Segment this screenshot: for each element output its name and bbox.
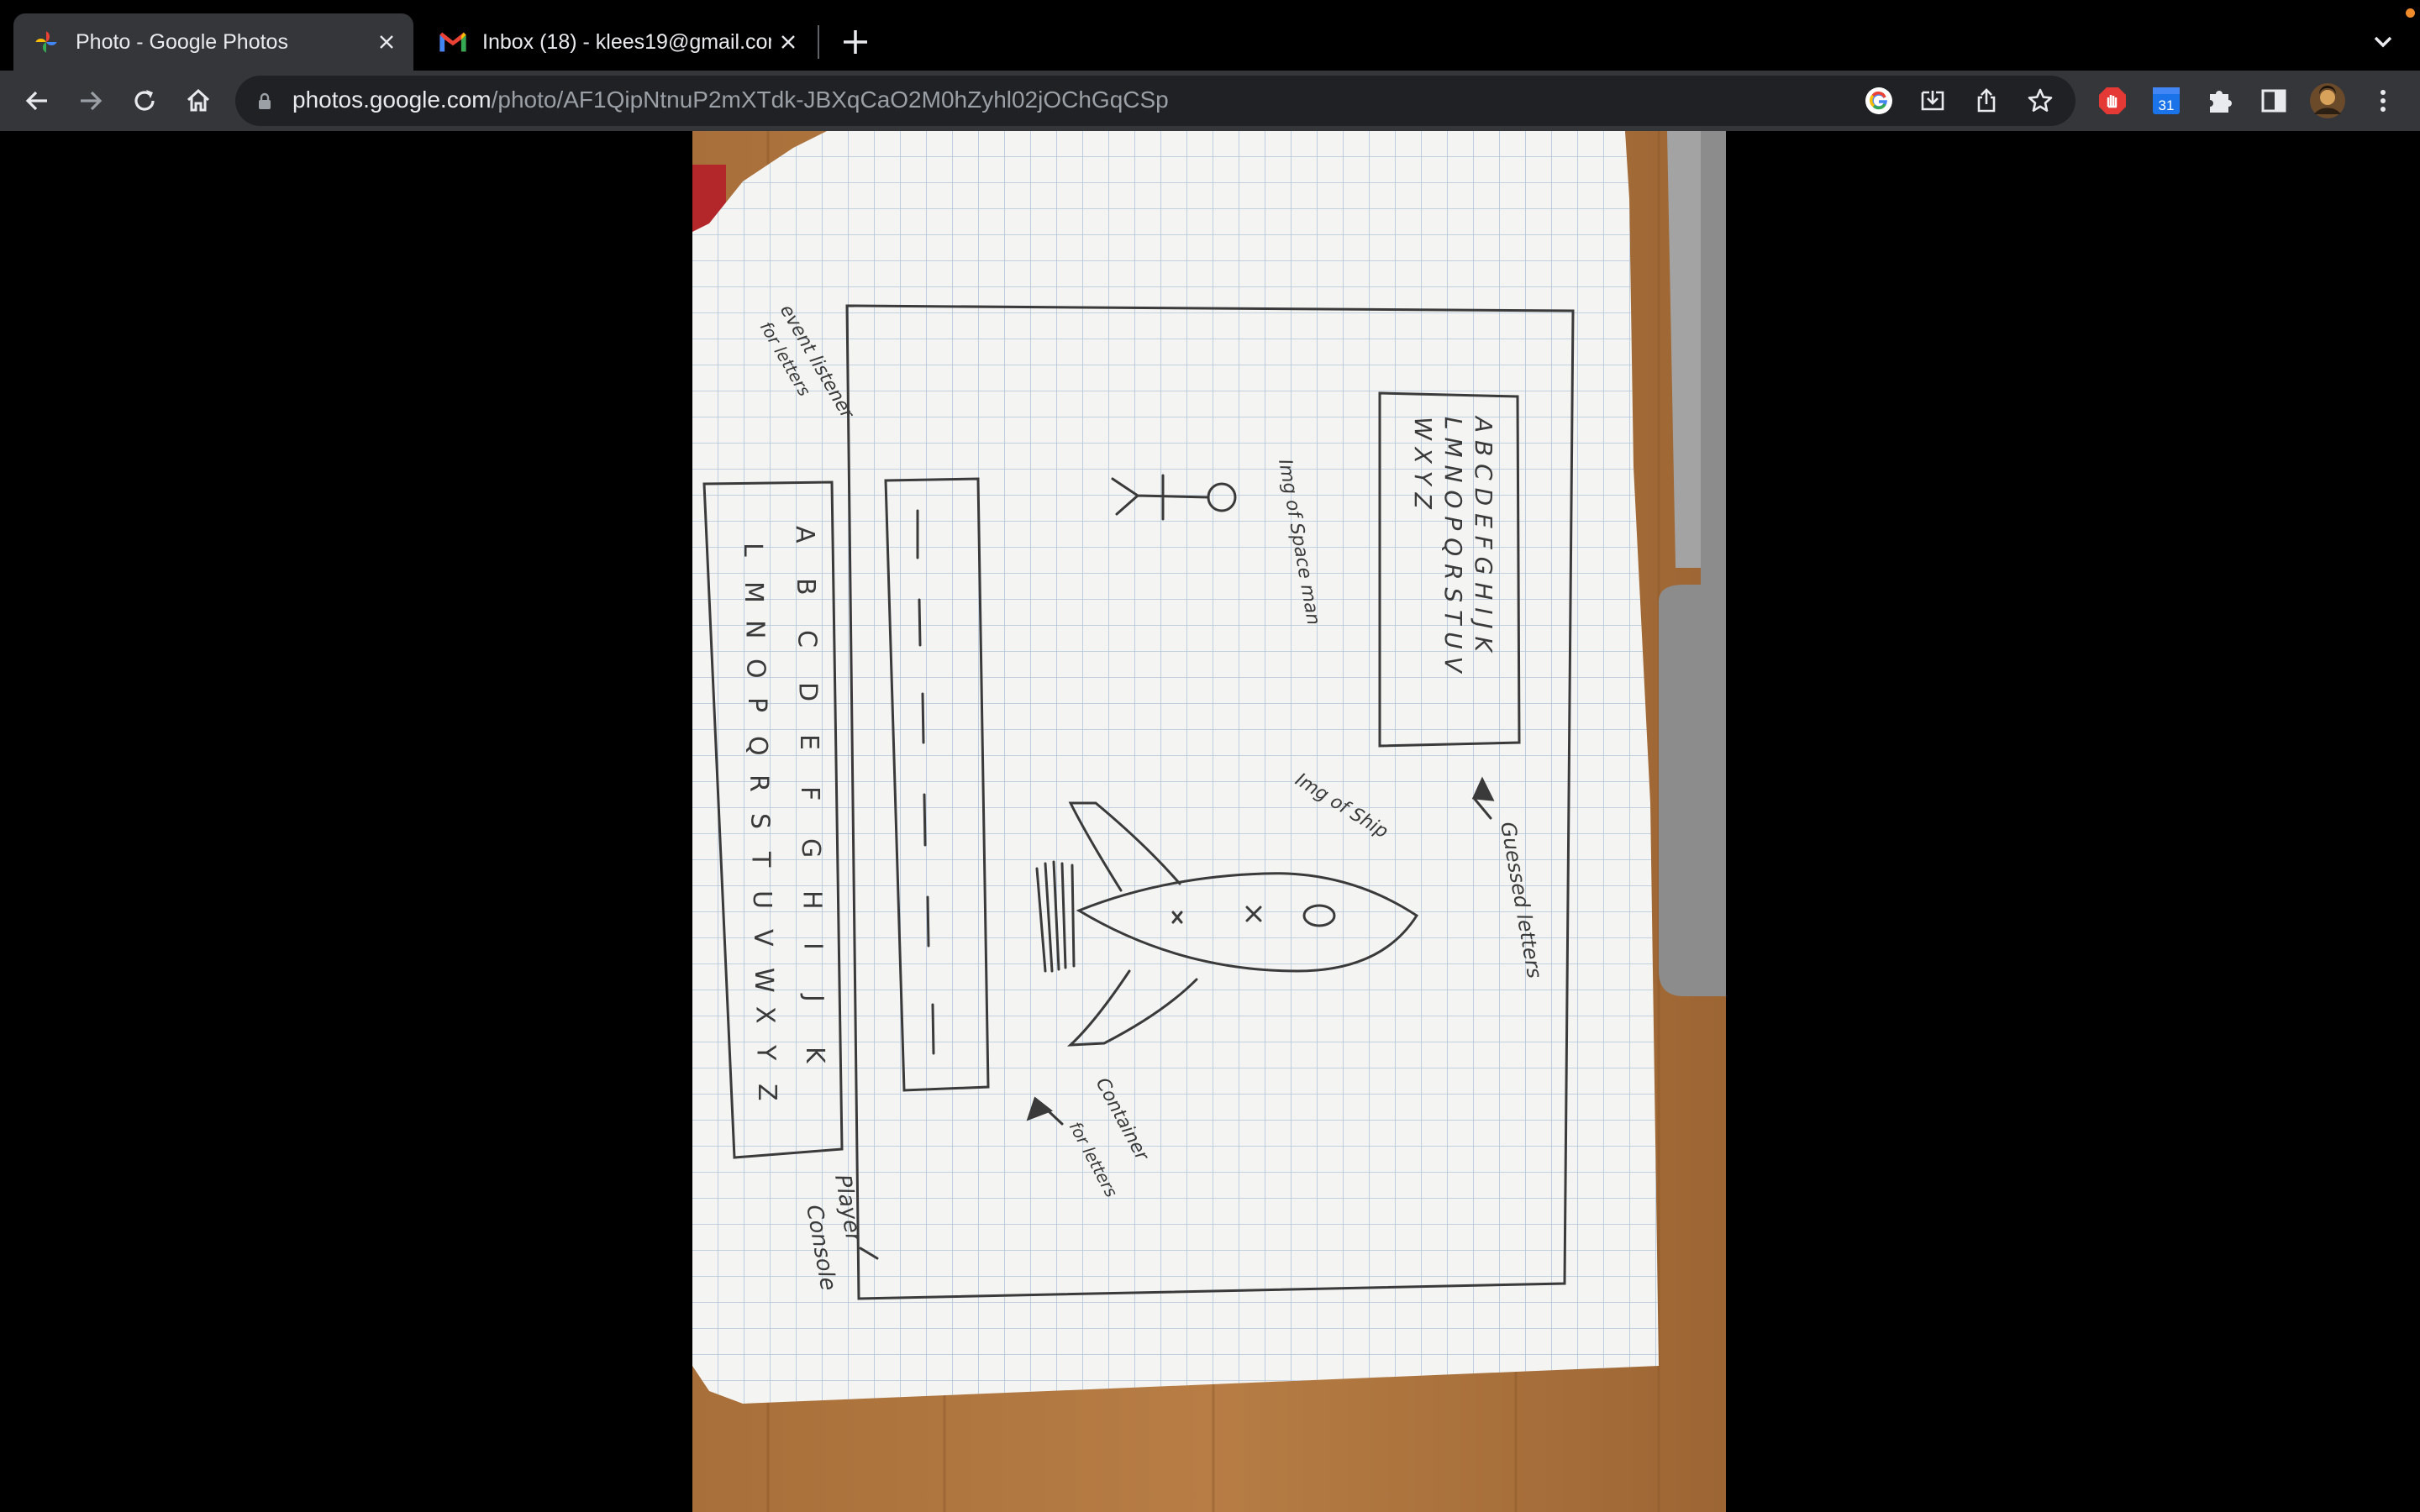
- sketch-letter: K: [800, 1047, 829, 1064]
- more-menu-icon: [2381, 90, 2386, 112]
- side-panel-icon: [2261, 89, 2286, 113]
- sketch-letter: B: [791, 578, 820, 596]
- sketch-letter: Y: [751, 1044, 781, 1061]
- sketch-letter: G: [796, 838, 825, 858]
- sketch-letter: U: [747, 890, 776, 909]
- sketch-letter: R: [744, 774, 773, 792]
- new-tab-button[interactable]: [837, 24, 874, 60]
- calendar-badge: 31: [2159, 97, 2175, 113]
- google-photos-icon: [35, 31, 57, 53]
- sketch-letter: S: [744, 813, 774, 829]
- recording-indicator: [2406, 8, 2415, 18]
- sketch-letter: E: [794, 734, 823, 750]
- url-host: photos.google.com: [292, 87, 492, 113]
- share-button[interactable]: [1970, 84, 2003, 118]
- sketch-letter: W: [749, 968, 778, 993]
- sketch-letter: J: [799, 993, 829, 1002]
- forward-icon: [81, 91, 103, 111]
- bookmark-button[interactable]: [2023, 84, 2057, 118]
- google-lens-button[interactable]: [1862, 84, 1896, 118]
- sketch-letter: I: [798, 942, 828, 950]
- photo-viewer: event listener for letters Img of Space …: [0, 131, 2420, 1512]
- sketch-letter: D: [793, 682, 823, 701]
- google-lens-icon: [1865, 87, 1892, 114]
- browser-toolbar: photos.google.com/photo/AF1QipNtnuP2mXTd…: [0, 71, 2420, 131]
- tab-strip: Photo - Google Photos Inbox (18) - klees…: [0, 0, 2420, 71]
- gmail-icon: [439, 32, 466, 52]
- tab-separator: [818, 25, 819, 59]
- sketch-letter: N: [739, 620, 769, 638]
- bookmark-star-icon: [2028, 88, 2053, 112]
- side-panel-button[interactable]: [2254, 81, 2294, 121]
- sketch-letter: P: [742, 697, 771, 712]
- extensions-button[interactable]: [2200, 81, 2240, 121]
- back-button[interactable]: [17, 81, 57, 121]
- close-tab-icon[interactable]: [771, 25, 805, 59]
- tab-google-photos[interactable]: Photo - Google Photos: [13, 13, 413, 71]
- adblock-icon: [2099, 87, 2126, 114]
- install-app-button[interactable]: [1916, 84, 1949, 118]
- sketch-letter: T: [746, 851, 776, 868]
- address-bar[interactable]: photos.google.com/photo/AF1QipNtnuP2mXTd…: [235, 76, 2075, 126]
- back-icon: [25, 91, 47, 111]
- sketch-photo: event listener for letters Img of Space …: [692, 131, 1726, 1512]
- forward-button[interactable]: [71, 81, 111, 121]
- lock-icon[interactable]: [255, 92, 274, 111]
- plus-icon: [844, 30, 867, 54]
- close-tab-icon[interactable]: [370, 25, 403, 59]
- home-icon: [187, 88, 210, 112]
- tab-title: Inbox (18) - klees19@gmail.com: [482, 29, 771, 54]
- reload-icon: [134, 90, 155, 111]
- sketch-top-alpha-1: A B C D E F G H I J K: [1470, 415, 1497, 654]
- tab-title: Photo - Google Photos: [76, 29, 288, 54]
- tab-gmail-inbox[interactable]: Inbox (18) - klees19@gmail.com: [420, 13, 815, 71]
- sketch-letter: O: [741, 659, 771, 679]
- sketch-letter: X: [750, 1006, 779, 1024]
- extensions-puzzle-icon: [2210, 91, 2232, 113]
- calendar-extension-button[interactable]: 31: [2146, 81, 2186, 121]
- sketch-letter: F: [795, 786, 824, 801]
- sketch-letter: C: [792, 630, 821, 648]
- sketch-letter: V: [748, 929, 777, 947]
- sketch-top-alpha-2: L M N O P Q R S T U V: [1439, 417, 1467, 674]
- photo-image[interactable]: event listener for letters Img of Space …: [692, 131, 1726, 1512]
- sketch-letter: L: [738, 543, 767, 557]
- install-app-icon: [1921, 91, 1944, 111]
- share-icon: [1977, 88, 1996, 113]
- sketch-letter: Q: [743, 736, 772, 756]
- sketch-top-alpha-3: W X Y Z: [1409, 417, 1437, 510]
- profile-button[interactable]: [2307, 81, 2348, 121]
- adblock-extension-button[interactable]: [2092, 81, 2133, 121]
- chevron-down-icon: [2374, 36, 2392, 48]
- url-text[interactable]: photos.google.com/photo/AF1QipNtnuP2mXTd…: [292, 87, 1169, 113]
- sketch-letter: Z: [752, 1084, 781, 1101]
- sketch-letter: A: [790, 526, 819, 543]
- tab-search-button[interactable]: [2366, 25, 2400, 59]
- reload-button[interactable]: [124, 81, 165, 121]
- calendar-extension-icon: 31: [2153, 87, 2180, 114]
- home-button[interactable]: [178, 81, 218, 121]
- profile-avatar: [2310, 83, 2345, 118]
- sketch-letter: H: [797, 890, 826, 910]
- url-path: /photo/AF1QipNtnuP2mXTdk-JBXqCaO2M0hZyhl…: [491, 87, 1169, 113]
- more-menu-button[interactable]: [2363, 81, 2403, 121]
- sketch-letter: M: [739, 581, 768, 603]
